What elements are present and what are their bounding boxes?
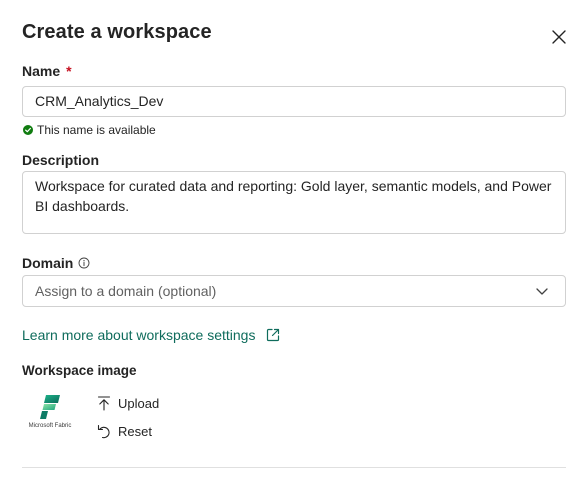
logo-wordmark: Microsoft Fabric <box>28 423 72 429</box>
reset-button[interactable]: Reset <box>96 421 152 441</box>
domain-placeholder: Assign to a domain (optional) <box>35 283 217 299</box>
info-icon[interactable] <box>78 257 90 269</box>
chevron-down-icon <box>536 288 548 295</box>
fabric-logo <box>40 395 60 419</box>
reset-label: Reset <box>118 423 152 439</box>
name-input[interactable]: CRM_Analytics_Dev <box>22 86 566 117</box>
name-label-text: Name <box>22 63 61 79</box>
upload-button[interactable]: Upload <box>96 393 159 413</box>
upload-label: Upload <box>118 395 160 411</box>
description-textarea[interactable]: Workspace for curated data and reporting… <box>22 171 566 234</box>
section-divider <box>22 467 566 468</box>
learn-more-link[interactable]: Learn more about workspace settings <box>22 325 281 345</box>
description-label: Description <box>22 152 100 168</box>
dialog-title: Create a workspace <box>22 21 212 43</box>
close-icon <box>552 30 566 44</box>
domain-dropdown[interactable]: Assign to a domain (optional) <box>22 275 566 307</box>
workspace-image-preview: Microsoft Fabric <box>24 394 76 436</box>
create-workspace-panel: Create a workspace Name * CRM_Analytics_D… <box>0 0 585 490</box>
external-link-icon <box>267 328 280 342</box>
reset-icon <box>97 424 110 439</box>
domain-label-text: Domain <box>22 255 74 271</box>
required-marker: * <box>66 63 72 79</box>
close-button[interactable] <box>548 26 570 48</box>
name-label: Name * <box>22 63 72 79</box>
workspace-image-label: Workspace image <box>22 363 137 378</box>
name-availability: This name is available <box>22 122 156 138</box>
upload-icon <box>97 396 111 411</box>
availability-text: This name is available <box>37 123 156 137</box>
check-circle-icon <box>23 125 33 135</box>
learn-more-text: Learn more about workspace settings <box>22 327 256 343</box>
domain-label: Domain <box>22 255 90 271</box>
